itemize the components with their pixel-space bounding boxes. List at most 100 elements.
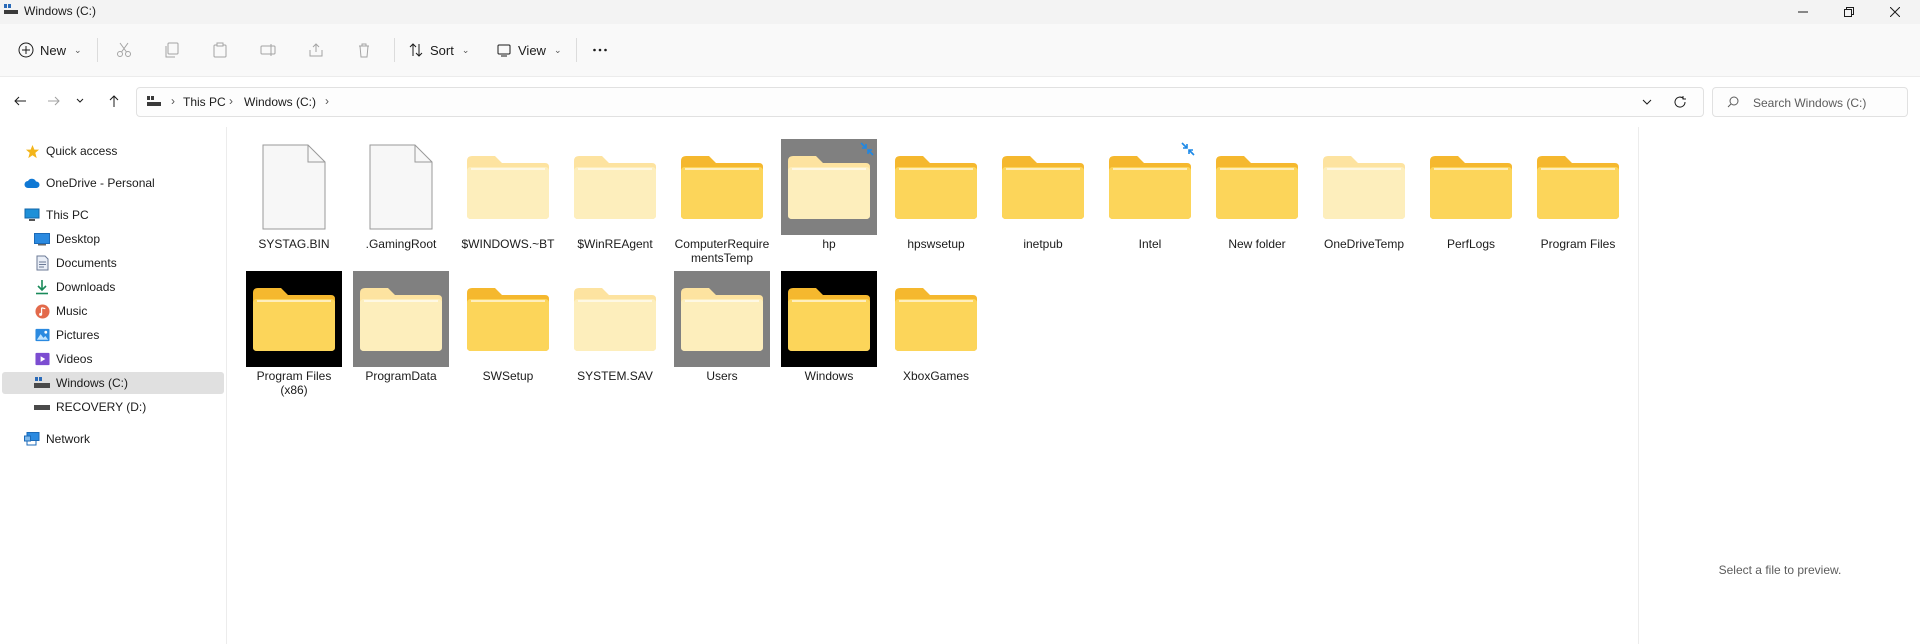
chevron-down-icon	[76, 98, 84, 103]
folder-icon	[360, 288, 442, 351]
share-button[interactable]	[308, 35, 324, 65]
sidebar-item-documents[interactable]: Documents	[2, 252, 256, 274]
recent-locations-button[interactable]	[72, 89, 88, 113]
folder-item[interactable]: ComputerRequirementsTemp	[674, 139, 770, 265]
minimize-button[interactable]	[1780, 0, 1826, 24]
folder-item[interactable]: ProgramData	[353, 271, 449, 395]
folder-item[interactable]: XboxGames	[888, 271, 984, 395]
breadcrumb-windows-c[interactable]: Windows (C:)	[244, 95, 316, 109]
item-thumbnail	[460, 139, 556, 235]
drive-icon	[34, 399, 50, 415]
folder-item[interactable]: PerfLogs	[1423, 139, 1519, 263]
folder-item[interactable]: hp	[781, 139, 877, 263]
sidebar-item-recovery-d[interactable]: RECOVERY (D:)	[2, 396, 256, 418]
forward-button[interactable]	[42, 89, 66, 113]
new-button[interactable]: New ⌄	[18, 35, 82, 65]
breadcrumb-this-pc[interactable]: This PC	[183, 95, 226, 109]
folder-item[interactable]: hpswsetup	[888, 139, 984, 263]
sidebar-item-quick-access[interactable]: Quick access	[2, 140, 246, 162]
sidebar-item-desktop[interactable]: Desktop	[2, 228, 256, 250]
delete-button[interactable]	[356, 35, 372, 65]
more-icon	[593, 48, 607, 52]
sidebar-item-videos[interactable]: Videos	[2, 348, 256, 370]
folder-item[interactable]: OneDriveTemp	[1316, 139, 1412, 263]
folder-item[interactable]: Program Files (x86)	[246, 271, 342, 397]
sort-icon	[409, 43, 423, 57]
sidebar-item-pictures[interactable]: Pictures	[2, 324, 256, 346]
folder-item[interactable]: SWSetup	[460, 271, 556, 395]
file-item[interactable]: .GamingRoot	[353, 139, 449, 263]
file-item[interactable]: SYSTAG.BIN	[246, 139, 342, 263]
share-icon	[309, 43, 323, 57]
folder-icon	[788, 156, 870, 219]
view-icon	[497, 44, 511, 57]
folder-item[interactable]: Windows	[781, 271, 877, 395]
folder-item[interactable]: inetpub	[995, 139, 1091, 263]
restore-icon	[1844, 7, 1854, 17]
navigation-pane: Quick access OneDrive - Personal This PC…	[0, 127, 227, 644]
refresh-button[interactable]	[1673, 95, 1687, 112]
copy-button[interactable]	[164, 35, 180, 65]
compressed-icon	[1181, 142, 1195, 156]
folder-item[interactable]: $WinREAgent	[567, 139, 663, 263]
item-name: $WinREAgent	[577, 237, 653, 251]
breadcrumb-separator: ›	[229, 94, 233, 108]
cut-icon	[117, 42, 131, 57]
address-history-button[interactable]	[1641, 96, 1653, 111]
music-icon	[34, 303, 50, 319]
search-box[interactable]: Search Windows (C:)	[1712, 87, 1908, 117]
divider	[97, 38, 98, 62]
view-label: View	[518, 42, 546, 58]
folder-icon	[574, 156, 656, 219]
address-bar[interactable]: › This PC › Windows (C:) ›	[136, 87, 1704, 117]
documents-icon	[34, 255, 50, 271]
folder-item[interactable]: New folder	[1209, 139, 1305, 263]
chevron-down-icon: ⌄	[461, 44, 470, 55]
paste-button[interactable]	[212, 35, 228, 65]
item-thumbnail	[888, 139, 984, 235]
close-button[interactable]	[1872, 0, 1918, 24]
sort-button[interactable]: Sort ⌄	[408, 35, 469, 65]
sidebar-item-windows-c[interactable]: Windows (C:)	[2, 372, 224, 394]
divider	[394, 38, 395, 62]
sidebar-item-onedrive[interactable]: OneDrive - Personal	[2, 172, 246, 194]
up-button[interactable]	[102, 89, 126, 113]
item-thumbnail	[995, 139, 1091, 235]
minimize-icon	[1798, 11, 1808, 13]
item-name: ComputerRequirementsTemp	[674, 237, 770, 265]
item-thumbnail	[353, 139, 449, 235]
preview-pane: Select a file to preview.	[1638, 127, 1920, 644]
pictures-icon	[34, 327, 50, 343]
folder-item[interactable]: $WINDOWS.~BT	[460, 139, 556, 263]
folder-item[interactable]: SYSTEM.SAV	[567, 271, 663, 395]
more-options-button[interactable]	[592, 35, 608, 65]
refresh-icon	[1674, 96, 1686, 108]
file-icon	[262, 144, 326, 230]
item-name: SYSTEM.SAV	[577, 369, 653, 383]
folder-item[interactable]: Program Files	[1530, 139, 1626, 263]
sidebar-item-this-pc[interactable]: This PC	[2, 204, 246, 226]
back-button[interactable]	[8, 89, 32, 113]
cut-button[interactable]	[116, 35, 132, 65]
chevron-down-icon: ⌄	[553, 44, 562, 55]
item-name: OneDriveTemp	[1323, 237, 1405, 251]
drive-icon	[34, 375, 50, 391]
item-name: PerfLogs	[1446, 237, 1496, 251]
file-icon	[369, 144, 433, 230]
view-button[interactable]: View ⌄	[496, 35, 562, 65]
restore-button[interactable]	[1826, 0, 1872, 24]
new-label: New	[40, 42, 67, 58]
item-name: Program Files (x86)	[256, 369, 332, 397]
sidebar-item-network[interactable]: Network	[2, 428, 246, 450]
sidebar-item-downloads[interactable]: Downloads	[2, 276, 256, 298]
sidebar-item-music[interactable]: Music	[2, 300, 256, 322]
folder-item[interactable]: Intel	[1102, 139, 1198, 263]
breadcrumb-separator: ›	[171, 94, 175, 108]
item-name: hp	[822, 237, 836, 251]
sidebar-item-label: Videos	[56, 352, 93, 366]
command-bar: New ⌄ Sort ⌄ View ⌄	[0, 24, 1920, 77]
rename-button[interactable]	[260, 35, 276, 65]
folder-item[interactable]: Users	[674, 271, 770, 395]
item-name: Windows	[804, 369, 854, 383]
chevron-down-icon	[1642, 99, 1652, 105]
